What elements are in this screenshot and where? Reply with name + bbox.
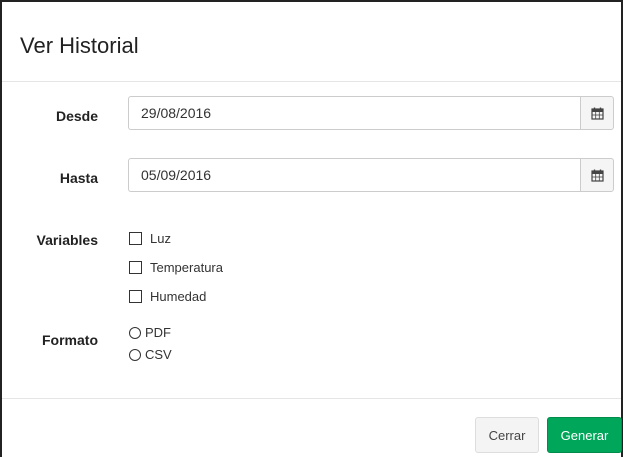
desde-calendar-button[interactable] [580,96,614,130]
variable-option-luz[interactable]: Luz [129,231,171,246]
calendar-icon [590,107,604,120]
temperatura-option-label: Temperatura [150,260,223,275]
hasta-date-input[interactable] [128,158,580,192]
pdf-option-label: PDF [145,325,171,340]
humedad-checkbox[interactable] [129,290,142,303]
modal-header: Ver Historial [2,2,621,82]
csv-radio[interactable] [129,348,141,361]
generar-button[interactable]: Generar [547,417,622,453]
formato-label: Formato [42,332,98,348]
formato-option-csv[interactable]: CSV [129,347,172,362]
formato-option-pdf[interactable]: PDF [129,325,171,340]
calendar-icon [590,169,604,182]
csv-option-label: CSV [145,347,172,362]
luz-option-label: Luz [150,231,171,246]
modal-body: Desde Hasta [2,82,621,398]
hasta-label: Hasta [59,170,98,186]
temperatura-checkbox[interactable] [129,261,142,274]
pdf-radio[interactable] [129,326,141,339]
variable-option-humedad[interactable]: Humedad [129,289,206,304]
cerrar-button[interactable]: Cerrar [475,417,539,453]
humedad-option-label: Humedad [150,289,207,304]
modal-title: Ver Historial [20,33,139,58]
luz-checkbox[interactable] [129,232,142,245]
desde-input-group [128,96,614,130]
desde-label: Desde [55,108,98,124]
hasta-calendar-button[interactable] [580,158,614,192]
hasta-input-group [128,158,614,192]
variable-option-temperatura[interactable]: Temperatura [129,260,223,275]
ver-historial-modal: Ver Historial Desde Hasta [0,0,623,457]
desde-date-input[interactable] [128,96,580,130]
modal-footer: Cerrar Generar [2,398,622,457]
variables-label: Variables [36,232,99,248]
